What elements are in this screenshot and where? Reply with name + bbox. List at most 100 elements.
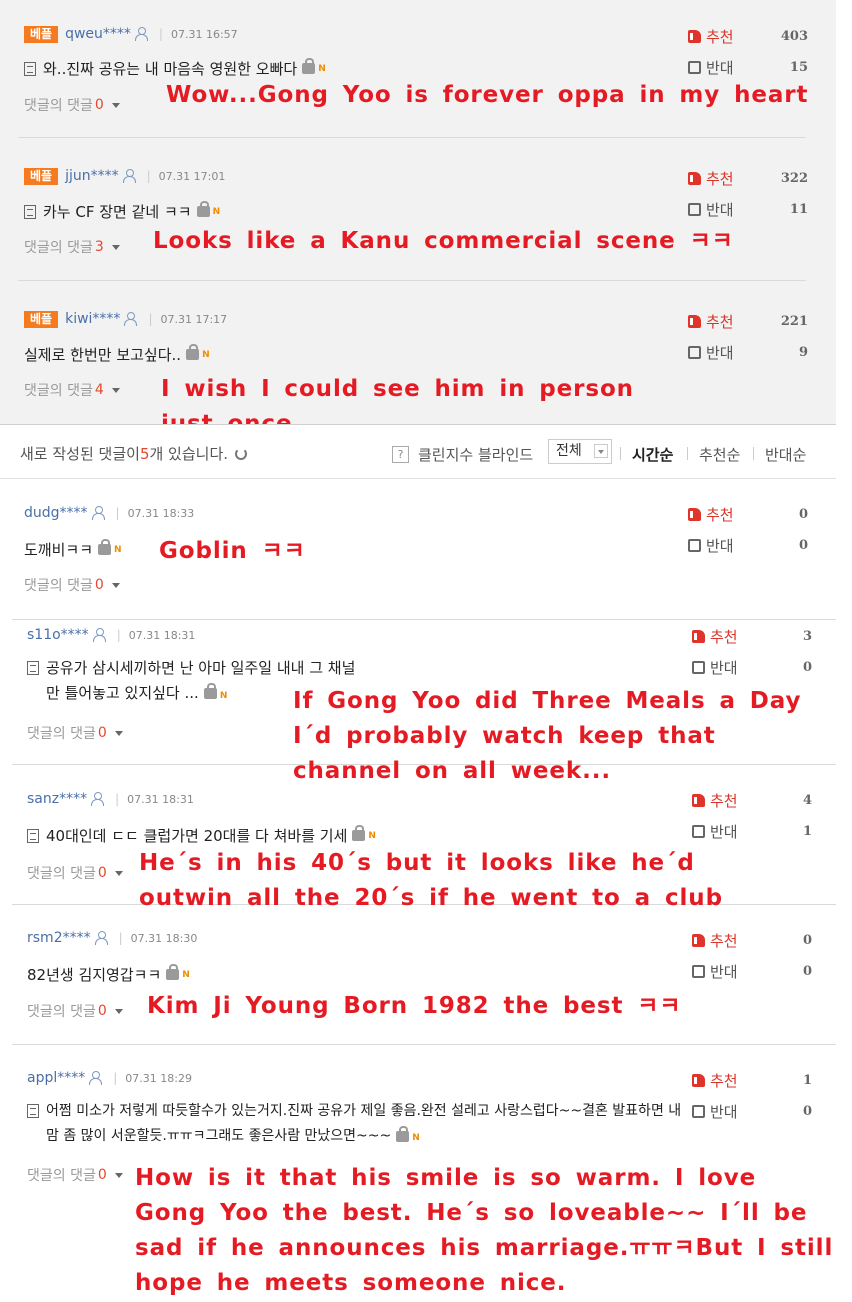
report-icon[interactable]	[302, 58, 316, 74]
thumbs-up-icon	[688, 314, 701, 328]
document-icon	[24, 61, 36, 76]
user-icon[interactable]	[134, 27, 148, 41]
oppose-button[interactable]: 반대 0	[688, 535, 808, 555]
help-icon[interactable]: ?	[392, 446, 409, 463]
commenter-nickname[interactable]: rsm2****	[27, 930, 91, 946]
reply-count: 0	[94, 577, 104, 593]
new-comment-count: 5	[139, 444, 150, 463]
oppose-button[interactable]: 반대 9	[688, 342, 808, 362]
report-icon[interactable]	[352, 825, 366, 841]
user-icon[interactable]	[91, 792, 105, 806]
comment-text: 어쩜 미소가 저렇게 따듯할수가 있는거지.진짜 공유가 제일 좋음.완전 설레…	[27, 1099, 682, 1151]
thumbs-down-icon	[692, 964, 705, 978]
user-icon[interactable]	[94, 931, 108, 945]
thumbs-down-icon	[688, 345, 701, 359]
reply-toggle[interactable]: 댓글의 댓글 3	[24, 237, 120, 257]
report-icon[interactable]	[166, 964, 180, 980]
commenter-nickname[interactable]: dudg****	[24, 505, 88, 521]
comment-time: 07.31 18:30	[130, 931, 198, 945]
recommend-count: 0	[802, 932, 812, 948]
oppose-button[interactable]: 반대 0	[692, 657, 812, 677]
recommend-button[interactable]: 추천 3	[692, 626, 812, 646]
oppose-button[interactable]: 반대 0	[692, 1101, 812, 1121]
reply-toggle[interactable]: 댓글의 댓글 0	[27, 1165, 123, 1185]
new-comments-notice[interactable]: 새로 작성된 댓글이 5 개 있습니다.	[20, 443, 248, 464]
report-icon[interactable]	[396, 1125, 410, 1142]
oppose-button[interactable]: 반대 0	[692, 961, 812, 981]
new-icon: N	[368, 830, 376, 841]
translation-caption: Looks like a Kanu commercial scene ㅋㅋ	[153, 228, 734, 254]
vote-panel: 추천 0 반대 0	[692, 930, 812, 981]
commenter-nickname[interactable]: appl****	[27, 1070, 85, 1086]
vote-panel: 추천 322 반대 11	[688, 168, 808, 219]
chevron-down-icon	[114, 730, 123, 736]
new-icon: N	[219, 691, 228, 701]
commenter-nickname[interactable]: sanz****	[27, 791, 87, 807]
recommend-button[interactable]: 추천 0	[688, 504, 808, 524]
commenter-nickname[interactable]: kiwi****	[65, 311, 120, 327]
comment-time: 07.31 18:31	[127, 792, 194, 806]
user-icon[interactable]	[92, 628, 106, 642]
commenter-nickname[interactable]: qweu****	[65, 26, 131, 42]
recommend-count: 403	[780, 28, 808, 44]
comment-time: 07.31 16:57	[170, 27, 238, 41]
oppose-button[interactable]: 반대 11	[688, 199, 808, 219]
vote-panel: 추천 221 반대 9	[688, 311, 808, 362]
new-icon: N	[318, 63, 326, 74]
recommend-button[interactable]: 추천 1	[692, 1070, 812, 1090]
recommend-count: 322	[780, 170, 808, 186]
thumbs-up-icon	[692, 933, 705, 947]
best-badge: 베플	[24, 167, 59, 185]
best-badge: 베플	[24, 25, 59, 43]
reply-toggle[interactable]: 댓글의 댓글 0	[27, 863, 123, 883]
comment-time: 07.31 18:29	[125, 1071, 192, 1085]
oppose-count: 15	[789, 59, 808, 75]
user-icon[interactable]	[122, 169, 136, 183]
report-icon[interactable]	[98, 539, 112, 555]
recommend-button[interactable]: 추천 221	[688, 311, 808, 331]
thumbs-down-icon	[688, 202, 701, 216]
report-icon[interactable]	[203, 683, 217, 699]
chevron-down-icon	[111, 582, 120, 588]
recommend-button[interactable]: 추천 322	[688, 168, 808, 188]
thumbs-up-icon	[688, 171, 701, 185]
thumbs-down-icon	[692, 824, 705, 838]
document-icon	[27, 828, 39, 843]
recommend-button[interactable]: 추천 4	[692, 790, 812, 810]
user-icon[interactable]	[124, 312, 138, 326]
refresh-icon[interactable]	[235, 447, 248, 460]
comment-header: 베플 kiwi**** | 07.31 17:17	[24, 310, 227, 328]
sort-by-oppose[interactable]: 반대순	[765, 444, 806, 465]
reply-count: 0	[97, 725, 107, 741]
recommend-button[interactable]: 추천 0	[692, 930, 812, 950]
reply-toggle[interactable]: 댓글의 댓글 0	[24, 575, 120, 595]
oppose-count: 0	[802, 659, 812, 675]
commenter-nickname[interactable]: s11o****	[27, 627, 89, 643]
oppose-button[interactable]: 반대 15	[688, 57, 808, 77]
reply-toggle[interactable]: 댓글의 댓글 0	[24, 95, 120, 115]
document-icon	[24, 204, 36, 219]
new-icon: N	[212, 206, 221, 217]
comment-text: 82년생 김지영갑ㅋㅋ N	[27, 964, 190, 984]
chevron-down-icon	[114, 1172, 123, 1178]
reply-count: 4	[94, 382, 104, 398]
user-icon[interactable]	[91, 506, 105, 520]
oppose-button[interactable]: 반대 1	[692, 821, 812, 841]
reply-toggle[interactable]: 댓글의 댓글 0	[27, 1001, 123, 1021]
sort-by-recommend[interactable]: 추천순	[699, 444, 740, 465]
oppose-count: 0	[798, 537, 808, 553]
user-icon[interactable]	[89, 1071, 103, 1085]
sort-by-time[interactable]: 시간순	[632, 444, 673, 465]
reply-toggle[interactable]: 댓글의 댓글 4	[24, 380, 120, 400]
chevron-down-icon	[111, 102, 120, 108]
commenter-nickname[interactable]: jjun****	[65, 168, 119, 184]
reply-toggle[interactable]: 댓글의 댓글 0	[27, 723, 123, 743]
report-icon[interactable]	[186, 344, 200, 360]
report-icon[interactable]	[196, 201, 210, 217]
thumbs-up-icon	[692, 793, 705, 807]
recommend-count: 3	[802, 628, 812, 644]
thumbs-down-icon	[688, 60, 701, 74]
clean-filter-select[interactable]: 전체	[548, 439, 612, 464]
recommend-button[interactable]: 추천 403	[688, 26, 808, 46]
oppose-count: 1	[802, 823, 812, 839]
